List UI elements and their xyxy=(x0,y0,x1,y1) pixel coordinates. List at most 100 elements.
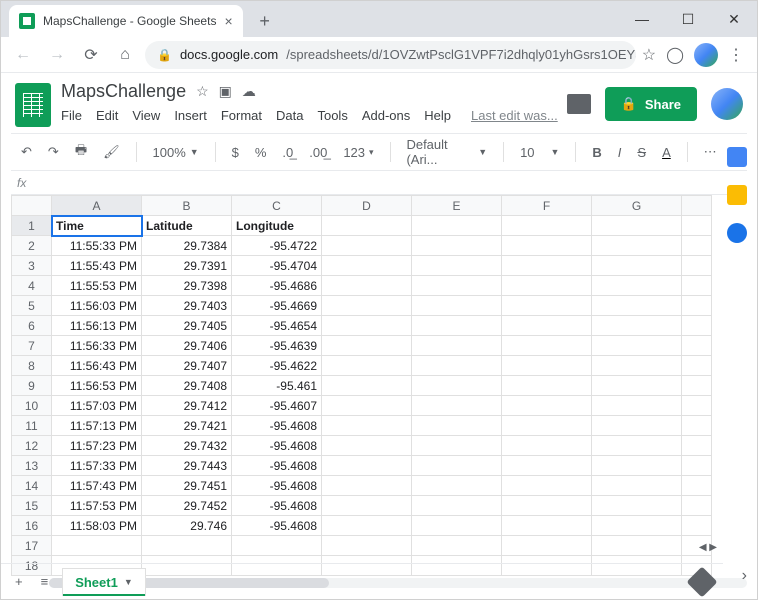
row-header[interactable]: 5 xyxy=(12,296,52,316)
row-header[interactable]: 15 xyxy=(12,496,52,516)
column-header[interactable]: A xyxy=(52,196,142,216)
cell[interactable] xyxy=(592,216,682,236)
cell[interactable] xyxy=(412,216,502,236)
row-header[interactable]: 3 xyxy=(12,256,52,276)
cell[interactable] xyxy=(322,216,412,236)
row-header[interactable]: 12 xyxy=(12,436,52,456)
cell[interactable] xyxy=(592,456,682,476)
paint-format-button[interactable]: 🖌 xyxy=(99,140,124,164)
cell[interactable]: 29.7452 xyxy=(142,496,232,516)
cell[interactable] xyxy=(502,316,592,336)
minimize-button[interactable]: — xyxy=(619,3,665,35)
all-sheets-button[interactable]: ≡ xyxy=(37,570,53,593)
menu-edit[interactable]: Edit xyxy=(96,108,118,123)
cell[interactable] xyxy=(682,396,712,416)
menu-data[interactable]: Data xyxy=(276,108,303,123)
cell[interactable] xyxy=(502,536,592,556)
cell[interactable]: -95.4639 xyxy=(232,336,322,356)
reload-button[interactable]: ⟳ xyxy=(77,41,105,69)
cell[interactable]: 11:56:13 PM xyxy=(52,316,142,336)
cell[interactable] xyxy=(412,316,502,336)
cell[interactable] xyxy=(502,236,592,256)
comments-icon[interactable] xyxy=(567,94,591,114)
cell[interactable] xyxy=(592,376,682,396)
bookmark-icon[interactable]: ☆ xyxy=(642,45,656,65)
cell[interactable] xyxy=(322,516,412,536)
cell[interactable]: 29.7412 xyxy=(142,396,232,416)
italic-button[interactable]: I xyxy=(614,141,626,164)
column-header[interactable]: F xyxy=(502,196,592,216)
more-tools-button[interactable]: ⋯ xyxy=(700,140,721,164)
cell[interactable]: 11:57:23 PM xyxy=(52,436,142,456)
cell[interactable]: 11:56:33 PM xyxy=(52,336,142,356)
cell[interactable] xyxy=(322,336,412,356)
cell[interactable]: -95.4686 xyxy=(232,276,322,296)
cell[interactable]: -95.4607 xyxy=(232,396,322,416)
menu-format[interactable]: Format xyxy=(221,108,262,123)
cell[interactable]: -95.4704 xyxy=(232,256,322,276)
cell[interactable] xyxy=(592,276,682,296)
home-button[interactable]: ⌂ xyxy=(111,41,139,69)
cell[interactable] xyxy=(502,436,592,456)
cell[interactable] xyxy=(682,356,712,376)
cell[interactable] xyxy=(502,416,592,436)
number-format-select[interactable]: 123▾ xyxy=(339,141,377,164)
account-avatar[interactable] xyxy=(711,88,743,120)
row-header[interactable]: 17 xyxy=(12,536,52,556)
row-header[interactable]: 14 xyxy=(12,476,52,496)
share-button[interactable]: 🔒 Share xyxy=(605,87,697,121)
cell[interactable] xyxy=(502,476,592,496)
cell[interactable] xyxy=(502,516,592,536)
row-header[interactable]: 6 xyxy=(12,316,52,336)
cell[interactable]: -95.4608 xyxy=(232,436,322,456)
currency-button[interactable]: $ xyxy=(228,141,243,164)
strike-button[interactable]: S xyxy=(633,141,650,164)
cell[interactable] xyxy=(412,256,502,276)
cell[interactable] xyxy=(412,336,502,356)
increase-decimal-button[interactable]: .00̲ xyxy=(305,141,331,164)
cell[interactable] xyxy=(682,516,712,536)
cell[interactable] xyxy=(502,276,592,296)
cell[interactable]: Latitude xyxy=(142,216,232,236)
sheet-tab-menu-icon[interactable]: ▼ xyxy=(124,577,133,587)
cell[interactable] xyxy=(592,536,682,556)
cell[interactable] xyxy=(592,296,682,316)
decrease-decimal-button[interactable]: .0̲ xyxy=(278,141,297,164)
cell[interactable]: 11:57:53 PM xyxy=(52,496,142,516)
cell[interactable] xyxy=(502,256,592,276)
cell[interactable] xyxy=(412,536,502,556)
cell[interactable] xyxy=(232,536,322,556)
cell[interactable] xyxy=(322,296,412,316)
explore-button[interactable] xyxy=(686,566,717,597)
spreadsheet-grid[interactable]: ABCDEFG1TimeLatitudeLongitude211:55:33 P… xyxy=(11,195,747,576)
bold-button[interactable]: B xyxy=(588,141,605,164)
menu-file[interactable]: File xyxy=(61,108,82,123)
cell[interactable] xyxy=(412,516,502,536)
cell[interactable]: 29.7421 xyxy=(142,416,232,436)
cell[interactable] xyxy=(322,256,412,276)
close-tab-icon[interactable]: × xyxy=(224,13,232,29)
font-select[interactable]: Default (Ari...▼ xyxy=(402,133,491,171)
cell[interactable] xyxy=(412,236,502,256)
redo-button[interactable]: ↷ xyxy=(44,140,63,164)
cell[interactable] xyxy=(682,456,712,476)
cell[interactable] xyxy=(592,396,682,416)
column-header[interactable]: G xyxy=(592,196,682,216)
cell[interactable] xyxy=(322,376,412,396)
cell[interactable]: 11:58:03 PM xyxy=(52,516,142,536)
show-side-panel-button[interactable]: › xyxy=(742,567,747,585)
cell[interactable] xyxy=(412,416,502,436)
cell[interactable] xyxy=(322,496,412,516)
cell[interactable]: -95.4608 xyxy=(232,516,322,536)
cell[interactable]: 29.7406 xyxy=(142,336,232,356)
row-header[interactable]: 13 xyxy=(12,456,52,476)
row-header[interactable]: 11 xyxy=(12,416,52,436)
cell[interactable] xyxy=(682,496,712,516)
back-button[interactable]: ← xyxy=(9,41,37,69)
maximize-button[interactable]: ☐ xyxy=(665,3,711,35)
cell[interactable]: Time xyxy=(52,216,142,236)
cell[interactable]: -95.4622 xyxy=(232,356,322,376)
cell[interactable]: -95.4608 xyxy=(232,456,322,476)
formula-bar[interactable]: fx xyxy=(11,171,747,195)
menu-insert[interactable]: Insert xyxy=(174,108,207,123)
